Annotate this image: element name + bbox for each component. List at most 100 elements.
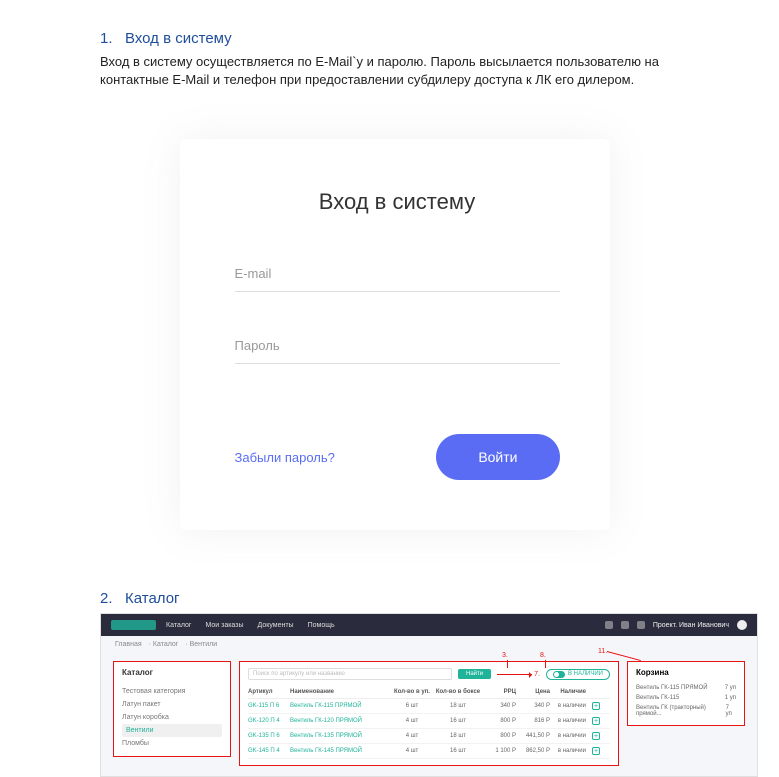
sidebar-item-3[interactable]: Вентили [122,724,222,737]
section-1-heading: 1.Вход в систему [100,30,689,47]
table-row: GK-135 П 6Вентиль ГК-135 ПРЯМОЙ4 шт18 шт… [248,729,610,744]
cell-stock: в наличии [550,748,590,754]
cell-stock: в наличии [550,718,590,724]
section-2-number: 2. [100,590,125,607]
col-price[interactable]: Цена [516,689,550,695]
cell-rrc: 1 100 Р [482,748,516,754]
section-2-heading: 2.Каталог [100,590,779,607]
annotation-8: 8. [540,652,546,668]
cell-art[interactable]: GK-145 П 4 [248,748,290,754]
cart-row: Вентиль ГК-115 ПРЯМОЙ 7 уп [636,683,736,693]
annotation-7: 7. [497,671,540,678]
cell-box: 18 шт [434,703,482,709]
cart-item-name: Вентиль ГК (тракторный) прямой... [636,705,726,717]
cell-pk: 4 шт [390,718,434,724]
cart-row: Вентиль ГК (тракторный) прямой...7 уп [636,703,736,719]
forgot-password-link[interactable]: Забыли пароль? [235,450,335,465]
col-stock[interactable]: Наличие [550,689,590,695]
crumb-3: Вентили [190,641,218,648]
cell-rrc: 340 Р [482,703,516,709]
catalog-sidebar: Каталог Тестовая категория Латун пакет Л… [113,661,231,757]
cart-row: Вентиль ГК-115 1 уп [636,693,736,703]
cart-item-qty: 7 уп [725,685,736,691]
login-button[interactable]: Войти [436,434,559,480]
cart-item-name: Вентиль ГК-115 [636,695,679,701]
col-box[interactable]: Кол-во в боксе [434,689,482,695]
catalog-table: Артикул Наименование Кол-во в уп. Кол-во… [248,686,610,759]
add-to-cart-icon[interactable]: + [592,717,600,725]
cell-box: 16 шт [434,748,482,754]
cell-name[interactable]: Вентиль ГК-115 ПРЯМОЙ [290,703,390,709]
section-2-title: Каталог [125,590,180,607]
nav-item-docs[interactable]: Документы [258,622,294,629]
table-row: GK-115 П 6Вентиль ГК-115 ПРЯМОЙ6 шт18 шт… [248,699,610,714]
nav-user: Проект. Иван Иванович [653,622,729,629]
nav-item-orders[interactable]: Мои заказы [205,622,243,629]
cell-price: 862,50 Р [516,748,550,754]
sidebar-item-2[interactable]: Латун коробка [122,711,222,724]
cart-title: Корзина [636,668,736,677]
cell-art[interactable]: GK-135 П 6 [248,733,290,739]
cell-price: 441,50 Р [516,733,550,739]
col-name[interactable]: Наименование [290,689,390,695]
catalog-screenshot: Каталог Мои заказы Документы Помощь Прое… [100,613,758,777]
table-head: Артикул Наименование Кол-во в уп. Кол-во… [248,686,610,699]
add-to-cart-icon[interactable]: + [592,732,600,740]
cell-price: 340 Р [516,703,550,709]
cell-name[interactable]: Вентиль ГК-135 ПРЯМОЙ [290,733,390,739]
cart-item-name: Вентиль ГК-115 ПРЯМОЙ [636,685,708,691]
logo [111,620,156,630]
col-pk[interactable]: Кол-во в уп. [390,689,434,695]
cell-stock: в наличии [550,703,590,709]
find-button[interactable]: Найти [458,669,491,679]
cell-stock: в наличии [550,733,590,739]
nav-item-catalog[interactable]: Каталог [166,622,191,629]
sidebar-item-0[interactable]: Тестовая категория [122,685,222,698]
section-1-body: Вход в систему осуществляется по E-Mail`… [100,53,689,89]
cell-pk: 6 шт [390,703,434,709]
email-field[interactable] [235,260,560,292]
section-1-number: 1. [100,30,125,47]
cell-price: 816 Р [516,718,550,724]
annotation-3: 3. [502,652,508,668]
search-input[interactable]: Поиск по артикулу или названию [248,668,452,680]
crumb-2[interactable]: Каталог [153,641,178,648]
sidebar-title: Каталог [122,668,222,677]
nav-items: Каталог Мои заказы Документы Помощь [166,622,335,629]
table-row: GK-145 П 4Вентиль ГК-145 ПРЯМОЙ4 шт16 шт… [248,744,610,759]
cell-art[interactable]: GK-115 П 6 [248,703,290,709]
cell-art[interactable]: GK-120 П 4 [248,718,290,724]
cart-item-qty: 1 уп [725,695,736,701]
col-rrc[interactable]: РРЦ [482,689,516,695]
top-nav: Каталог Мои заказы Документы Помощь Прое… [101,614,757,636]
cell-rrc: 800 Р [482,718,516,724]
cell-box: 18 шт [434,733,482,739]
cell-box: 16 шт [434,718,482,724]
phone-icon[interactable] [637,621,645,629]
catalog-main: 3. 8. Поиск по артикулу или названию Най… [239,661,619,766]
add-to-cart-icon[interactable]: + [592,747,600,755]
sidebar-item-4[interactable]: Пломбы [122,737,222,750]
cart-icon[interactable] [605,621,613,629]
breadcrumbs: Главная · Каталог · Вентили [101,636,757,653]
avatar[interactable] [737,620,747,630]
password-field[interactable] [235,332,560,364]
instock-toggle[interactable]: В НАЛИЧИИ [546,669,610,680]
cell-rrc: 800 Р [482,733,516,739]
table-row: GK-120 П 4Вентиль ГК-120 ПРЯМОЙ4 шт16 шт… [248,714,610,729]
login-screenshot: Вход в систему Забыли пароль? Войти [100,109,689,590]
nav-item-help[interactable]: Помощь [308,622,335,629]
cell-name[interactable]: Вентиль ГК-120 ПРЯМОЙ [290,718,390,724]
cell-name[interactable]: Вентиль ГК-145 ПРЯМОЙ [290,748,390,754]
cell-pk: 4 шт [390,733,434,739]
bell-icon[interactable] [621,621,629,629]
login-card: Вход в систему Забыли пароль? Войти [180,139,610,530]
crumb-1[interactable]: Главная [115,641,142,648]
section-1-title: Вход в систему [125,30,232,47]
col-art[interactable]: Артикул [248,689,290,695]
sidebar-item-1[interactable]: Латун пакет [122,698,222,711]
add-to-cart-icon[interactable]: + [592,702,600,710]
cart-panel: 11. Корзина Вентиль ГК-115 ПРЯМОЙ7 упВен… [627,661,745,726]
cart-item-qty: 7 уп [726,705,736,717]
cell-pk: 4 шт [390,748,434,754]
